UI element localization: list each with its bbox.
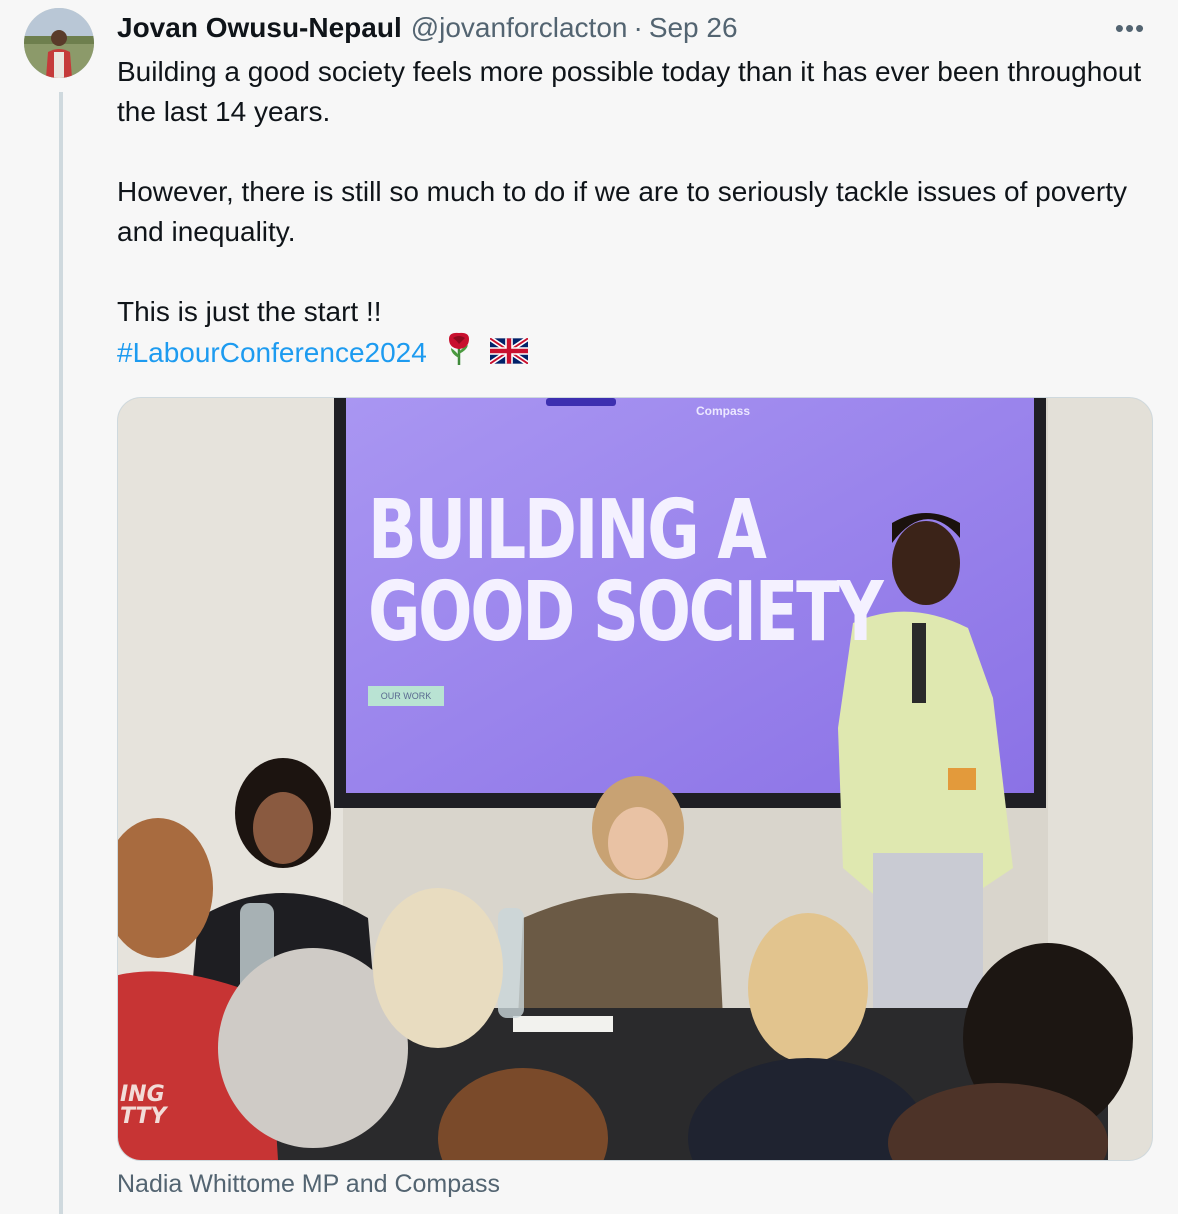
- tweet-date[interactable]: Sep 26: [649, 8, 738, 48]
- shirt-text: ING TTY: [120, 1084, 166, 1128]
- author-name[interactable]: Jovan Owusu-Nepaul: [117, 8, 402, 48]
- tweet-paragraph-2: However, there is still so much to do if…: [117, 176, 1127, 247]
- screen-brand: Compass: [696, 404, 751, 418]
- tweet-text: Building a good society feels more possi…: [117, 52, 1147, 377]
- more-options-icon[interactable]: •••: [1110, 10, 1150, 46]
- tweet-paragraph-1: Building a good society feels more possi…: [117, 56, 1142, 127]
- author-handle[interactable]: @jovanforclacton: [411, 8, 628, 48]
- uk-flag-icon: [488, 335, 530, 375]
- tweet-hashtag-line: #LabourConference2024: [117, 332, 1147, 377]
- tweet-header: Jovan Owusu-Nepaul @jovanforclacton · Se…: [117, 8, 738, 48]
- screen-title-line2: GOOD SOCIETY: [368, 565, 884, 660]
- tweet-photo[interactable]: Compass BUILDING A GOOD SOCIETY OUR WORK…: [117, 397, 1153, 1161]
- tweet-paragraph-3: This is just the start !!: [117, 296, 382, 327]
- shirt-text-line2: TTY: [120, 1104, 167, 1129]
- photo-caption: Nadia Whittome MP and Compass: [117, 1170, 501, 1198]
- separator-dot: ·: [633, 12, 643, 43]
- shirt-text-line1: ING: [120, 1082, 165, 1107]
- rose-icon: [445, 332, 473, 377]
- screen-title: BUILDING A GOOD SOCIETY: [368, 483, 884, 660]
- avatar-image: [24, 8, 94, 78]
- hashtag-link[interactable]: #LabourConference2024: [117, 337, 427, 368]
- screen-title-line1: BUILDING A: [368, 483, 767, 578]
- avatar[interactable]: [24, 8, 94, 78]
- screen-button: OUR WORK: [368, 686, 444, 706]
- thread-line: [59, 92, 63, 1214]
